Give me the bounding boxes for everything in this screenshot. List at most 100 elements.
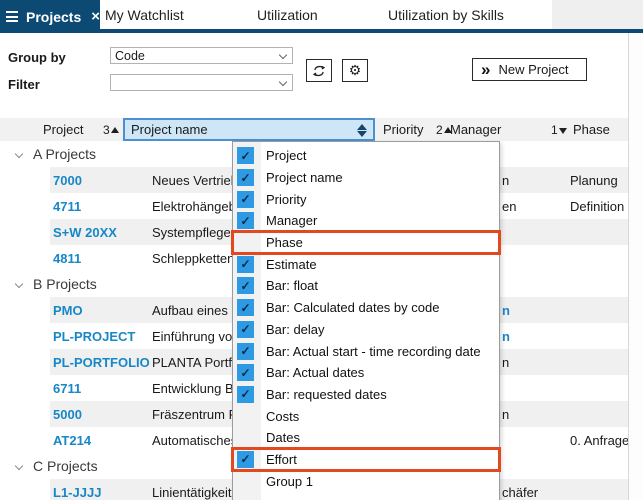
project-code-link[interactable]: 4711 [53,199,81,214]
tab-utilization-label: Utilization [257,7,318,23]
project-name: Systempflege [152,225,231,240]
project-code-link[interactable]: 7000 [53,173,82,188]
phase-value: 0. Anfrage [570,433,629,448]
checkbox-checked-icon [237,299,254,316]
new-project-label: New Project [498,62,568,77]
column-header-project-name[interactable]: Project name [123,118,375,141]
chevron-down-icon [279,78,287,86]
checkbox-unchecked-icon [237,473,254,490]
table-header: Project 3 Project name Priority 2 Manage… [0,118,628,141]
menu-item-priority[interactable]: Priority [233,188,499,210]
group-by-select[interactable]: Code [110,47,293,64]
new-project-button[interactable]: » New Project [472,58,587,81]
checkbox-checked-icon [237,256,254,273]
chevron-down-icon [279,51,287,59]
group-by-value: Code [115,49,145,63]
tab-bar: Projects × My Watchlist Utilization Util… [0,0,643,33]
menu-item-bar-calculated-dates[interactable]: Bar: Calculated dates by code [233,297,499,319]
checkbox-checked-icon [237,343,254,360]
menu-item-project[interactable]: Project [233,145,499,167]
project-code-link[interactable]: 6711 [53,381,81,396]
menu-item-bar-actual-start[interactable]: Bar: Actual start - time recording date [233,340,499,362]
project-name: Elektrohängeb [152,199,236,214]
settings-button[interactable]: ⚙ [342,59,368,82]
column-header-project[interactable]: Project [43,122,83,137]
project-name: Automatisches [152,433,237,448]
checkbox-checked-icon [237,451,254,468]
toolbar: Group by Code Filter ⚙ » New Project [0,33,628,118]
checkbox-checked-icon [237,277,254,294]
tab-utilization-by-skills[interactable]: Utilization by Skills [388,0,504,29]
vertical-scrollbar[interactable] [628,33,643,500]
menu-item-estimate[interactable]: Estimate [233,253,499,275]
checkbox-checked-icon [237,321,254,338]
checkbox-checked-icon [237,169,254,186]
menu-item-bar-actual-dates[interactable]: Bar: Actual dates [233,362,499,384]
tab-my-watchlist[interactable]: My Watchlist [105,0,184,29]
menu-item-manager[interactable]: Manager [233,210,499,232]
manager-name: n [502,303,510,318]
chevron-down-icon[interactable] [15,150,23,158]
column-header-priority[interactable]: Priority [383,122,423,137]
project-name: Neues Vertrieb [152,173,238,188]
gear-icon: ⚙ [349,62,362,79]
project-code-link[interactable]: PL-PROJECT [53,329,135,344]
checkbox-checked-icon [237,386,254,403]
manager-name: n [502,355,509,370]
sort-desc-icon [559,128,567,134]
project-code-link[interactable]: AT214 [53,433,91,448]
planta-projects-window: Projects × My Watchlist Utilization Util… [0,0,643,500]
project-code-link[interactable]: PMO [53,303,83,318]
manager-name: chäfer [502,485,538,500]
project-name: Schleppketten [152,251,234,266]
column-chooser-menu: Project Project name Priority Manager Ph… [232,141,500,500]
checkbox-unchecked-icon [237,234,254,251]
filter-select[interactable] [110,74,293,91]
checkbox-checked-icon [237,212,254,229]
project-code-link[interactable]: PL-PORTFOLIO [53,355,150,370]
sort-indicator-manager: 1 [551,122,567,137]
menu-item-effort[interactable]: Effort [233,449,499,471]
menu-item-costs[interactable]: Costs [233,405,499,427]
project-code-link[interactable]: 5000 [53,407,82,422]
sort-indicator-project: 3 [103,122,119,137]
filter-label: Filter [8,77,40,92]
menu-item-dates[interactable]: Dates [233,427,499,449]
menu-item-bar-delay[interactable]: Bar: delay [233,319,499,341]
column-header-phase[interactable]: Phase [573,122,610,137]
tab-utilization[interactable]: Utilization [257,0,318,29]
menu-item-bar-requested-dates[interactable]: Bar: requested dates [233,384,499,406]
sort-both-icon [357,124,367,137]
hamburger-menu-icon[interactable] [6,11,18,22]
manager-name: en [502,199,516,214]
tab-utilization-by-skills-label: Utilization by Skills [388,7,504,23]
checkbox-checked-icon [237,364,254,381]
project-name: Entwicklung B [152,381,234,396]
project-name: Einführung von [152,329,239,344]
chevron-down-icon[interactable] [15,462,23,470]
phase-value: Definition [570,199,624,214]
tab-projects[interactable]: Projects × [0,0,100,33]
refresh-button[interactable] [306,59,332,82]
menu-item-project-name[interactable]: Project name [233,167,499,189]
menu-item-bar-float[interactable]: Bar: float [233,275,499,297]
manager-name: n [502,329,510,344]
close-icon[interactable]: × [91,9,100,24]
chevron-down-icon[interactable] [15,280,23,288]
project-code-link[interactable]: L1-JJJJ [53,485,101,500]
column-header-project-name-label: Project name [131,122,208,137]
column-header-manager[interactable]: Manager [450,122,501,137]
checkbox-unchecked-icon [237,408,254,425]
project-name: Aufbau eines P [152,303,240,318]
group-label: B Projects [33,276,97,292]
menu-item-phase[interactable]: Phase [233,232,499,254]
tab-bar-filler [552,0,643,29]
checkbox-checked-icon [237,147,254,164]
project-name: Linientätigkeit [152,485,232,500]
menu-item-group-1[interactable]: Group 1 [233,470,499,492]
project-code-link[interactable]: 4811 [53,251,81,266]
refresh-icon [311,64,327,78]
phase-value: Planung [570,173,618,188]
project-name: PLANTA Portfo [152,355,239,370]
project-code-link[interactable]: S+W 20XX [53,225,117,240]
